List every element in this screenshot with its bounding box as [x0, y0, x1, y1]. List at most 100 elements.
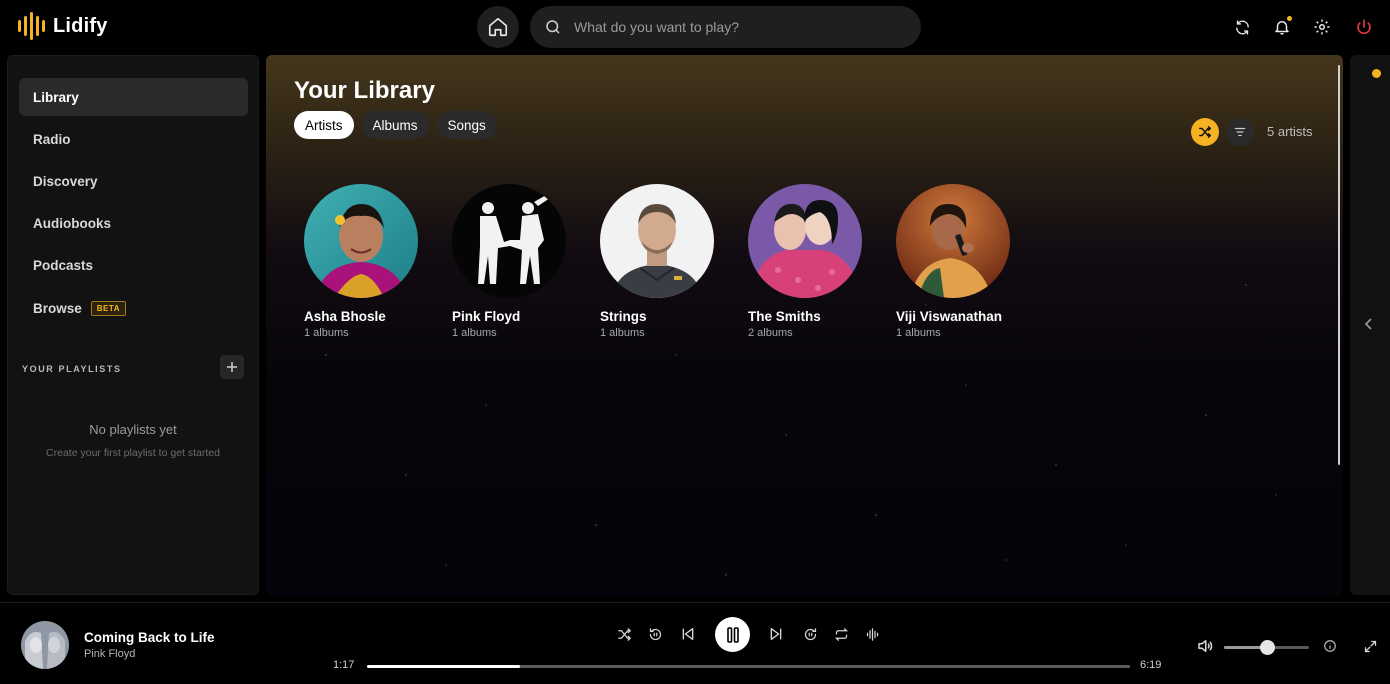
artist-card-strings[interactable]: Strings 1 albums — [600, 184, 720, 339]
skip-back-icon — [682, 628, 694, 640]
artist-avatar — [896, 184, 1010, 298]
progress-fill — [367, 665, 520, 668]
sidebar: Library Radio Discovery Audiobooks Podca… — [7, 55, 259, 595]
shuffle-icon — [1199, 126, 1212, 138]
player-bar: Coming Back to Life Pink Floyd 1:17 6:19 — [0, 602, 1390, 684]
refresh-icon — [1235, 19, 1249, 35]
repeat-button[interactable] — [832, 625, 850, 643]
volume-knob[interactable] — [1259, 640, 1275, 655]
power-icon — [1357, 19, 1371, 35]
settings-button[interactable] — [1311, 16, 1333, 38]
artist-card-asha-bhosle[interactable]: Asha Bhosle 1 albums — [304, 184, 424, 339]
expand-icon — [1364, 640, 1376, 652]
repeat-icon — [834, 627, 848, 641]
artist-album-count: 1 albums — [896, 327, 941, 339]
tab-songs[interactable]: Songs — [436, 111, 497, 139]
sidebar-item-library[interactable]: Library — [19, 78, 248, 116]
search-input[interactable] — [574, 19, 894, 35]
artist-card-the-smiths[interactable]: The Smiths 2 albums — [748, 184, 868, 339]
artist-avatar — [600, 184, 714, 298]
filter-button[interactable] — [1226, 118, 1254, 146]
waveform-icon — [866, 627, 878, 641]
artist-name: Pink Floyd — [452, 309, 521, 324]
shuffle-library-button[interactable] — [1191, 118, 1219, 146]
artist-album-count: 2 albums — [748, 327, 793, 339]
artist-name: The Smiths — [748, 309, 821, 324]
add-playlist-button[interactable] — [220, 355, 244, 379]
info-icon — [1324, 640, 1336, 652]
home-icon — [488, 17, 508, 37]
sidebar-item-label: Discovery — [33, 173, 98, 189]
pause-icon — [726, 626, 739, 643]
sidebar-item-browse[interactable]: Browse BETA — [19, 289, 248, 327]
shuffle-icon — [617, 627, 631, 641]
pause-button[interactable] — [715, 617, 750, 652]
sidebar-item-radio[interactable]: Radio — [19, 120, 248, 158]
artist-album-count: 1 albums — [452, 327, 497, 339]
volume-button[interactable] — [1195, 636, 1215, 656]
previous-track-button[interactable] — [679, 625, 697, 643]
search-bar[interactable] — [530, 6, 921, 48]
expand-player-button[interactable] — [1361, 637, 1379, 655]
artist-card-pink-floyd[interactable]: Pink Floyd 1 albums — [452, 184, 572, 339]
elapsed-time: 1:17 — [333, 659, 355, 671]
sidebar-item-label: Podcasts — [33, 257, 94, 273]
sidebar-item-label: Audiobooks — [33, 215, 111, 231]
app-logo[interactable]: Lidify — [18, 12, 108, 40]
app-name: Lidify — [53, 14, 108, 37]
playlists-heading: YOUR PLAYLISTS — [22, 364, 122, 374]
notifications-button[interactable] — [1271, 16, 1293, 38]
progress-bar[interactable] — [367, 665, 1130, 668]
rewind-30-button[interactable] — [646, 625, 664, 643]
artist-name: Strings — [600, 309, 647, 324]
empty-playlists-subtitle: Create your first playlist to get starte… — [46, 447, 220, 459]
tab-artists[interactable]: Artists — [294, 111, 354, 139]
now-playing-artist[interactable]: Pink Floyd — [84, 648, 135, 660]
sidebar-item-podcasts[interactable]: Podcasts — [19, 246, 248, 284]
rewind-icon — [649, 627, 661, 640]
now-playing-title[interactable]: Coming Back to Life — [84, 630, 215, 645]
gear-icon — [1314, 19, 1330, 35]
scrollbar[interactable] — [1338, 65, 1340, 465]
activity-dot — [1372, 69, 1381, 78]
artist-name: Viji Viswanathan — [896, 309, 1003, 324]
home-button[interactable] — [477, 6, 519, 48]
filter-icon — [1234, 127, 1246, 137]
artist-card-viji-viswanathan[interactable]: Viji Viswanathan 1 albums — [896, 184, 1016, 339]
fast-forward-icon — [804, 627, 816, 640]
library-tabs: Artists Albums Songs — [294, 111, 497, 139]
forward-30-button[interactable] — [801, 625, 819, 643]
skip-forward-icon — [770, 628, 782, 640]
sidebar-item-discovery[interactable]: Discovery — [19, 162, 248, 200]
volume-icon — [1198, 640, 1213, 652]
volume-slider[interactable] — [1224, 640, 1309, 655]
tab-albums[interactable]: Albums — [361, 111, 429, 139]
refresh-button[interactable] — [1231, 16, 1253, 38]
artist-avatar — [304, 184, 418, 298]
track-duration: 6:19 — [1140, 659, 1162, 671]
visualizer-button[interactable] — [863, 625, 881, 643]
right-side-panel — [1350, 55, 1390, 595]
sidebar-item-label: Browse — [33, 300, 82, 316]
artist-name: Asha Bhosle — [304, 309, 386, 324]
logout-button[interactable] — [1353, 16, 1375, 38]
artist-avatar — [452, 184, 566, 298]
expand-panel-button[interactable] — [1363, 317, 1375, 336]
chevron-left-icon — [1364, 318, 1372, 330]
sidebar-item-label: Radio — [33, 131, 71, 147]
artist-album-count: 1 albums — [304, 327, 349, 339]
shuffle-button[interactable] — [615, 625, 633, 643]
track-info-button[interactable] — [1321, 637, 1339, 655]
search-icon — [546, 20, 560, 34]
artist-count: 5 artists — [1267, 124, 1313, 139]
library-panel: Your Library Artists Albums Songs 5 arti… — [266, 55, 1343, 595]
sidebar-item-label: Library — [33, 89, 79, 105]
now-playing-artwork[interactable] — [21, 621, 69, 669]
page-title: Your Library — [294, 77, 435, 104]
top-bar: Lidify — [0, 0, 1390, 55]
artist-avatar — [748, 184, 862, 298]
sidebar-item-audiobooks[interactable]: Audiobooks — [19, 204, 248, 242]
next-track-button[interactable] — [767, 625, 785, 643]
beta-badge: BETA — [90, 300, 126, 316]
plus-icon — [227, 362, 237, 372]
